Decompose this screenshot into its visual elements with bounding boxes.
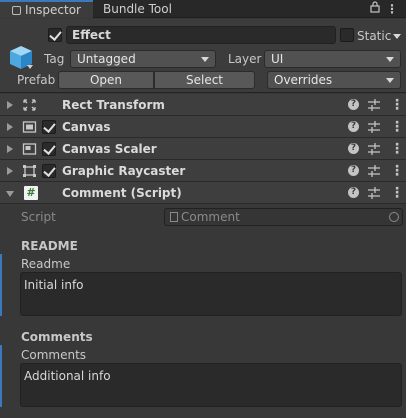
preset-icon[interactable] <box>367 98 381 112</box>
comments-textarea[interactable]: Additional info <box>20 363 402 407</box>
fold-arrow-icon[interactable] <box>7 123 13 131</box>
more-icon[interactable]: ⋮ <box>390 141 404 157</box>
tab-inspector[interactable]: Inspector <box>0 0 93 18</box>
gameobject-name-field[interactable]: Effect <box>66 26 336 44</box>
tag-dropdown[interactable]: Untagged <box>70 50 216 68</box>
static-checkbox[interactable] <box>340 28 354 42</box>
component-enabled-checkbox[interactable] <box>42 142 56 156</box>
script-icon: # <box>24 186 38 200</box>
fold-arrow-icon[interactable] <box>7 101 13 109</box>
component-comment-script[interactable]: # Comment (Script) ? ⋮ <box>0 182 406 204</box>
component-graphic-raycaster[interactable]: Graphic Raycaster ? ⋮ <box>0 160 406 182</box>
prefab-open-button[interactable]: Open <box>58 71 154 89</box>
preset-icon[interactable] <box>367 164 381 178</box>
fold-arrow-icon[interactable] <box>7 145 13 153</box>
prefab-select-button[interactable]: Select <box>154 71 255 89</box>
tab-bundle-tool-label: Bundle Tool <box>103 2 172 16</box>
component-rect-transform[interactable]: Rect Transform ? ⋮ <box>0 94 406 116</box>
canvas-icon <box>22 121 37 133</box>
preset-icon[interactable] <box>367 120 381 134</box>
more-icon[interactable]: ⋮ <box>390 97 404 113</box>
chevron-down-icon <box>201 57 209 62</box>
lock-icon[interactable] <box>368 0 382 18</box>
prefab-label: Prefab <box>17 73 56 87</box>
component-canvas[interactable]: Canvas ? ⋮ <box>0 116 406 138</box>
fold-arrow-icon[interactable] <box>6 191 14 197</box>
component-enabled-checkbox[interactable] <box>42 164 56 178</box>
script-label: Script <box>21 210 56 224</box>
comments-label: Comments <box>21 348 87 362</box>
fold-arrow-icon[interactable] <box>7 167 13 175</box>
tag-value: Untagged <box>77 52 136 66</box>
help-icon[interactable]: ? <box>348 121 359 132</box>
object-picker-icon[interactable] <box>389 212 399 222</box>
more-icon[interactable]: ⋮ <box>390 163 404 179</box>
tab-bundle-tool[interactable]: Bundle Tool <box>93 0 189 18</box>
readme-textarea[interactable]: Initial info <box>20 272 402 316</box>
inspector-tab-icon <box>12 6 21 15</box>
prefab-overrides-dropdown[interactable]: Overrides <box>267 71 401 89</box>
preset-icon[interactable] <box>367 142 381 156</box>
gameobject-header: Effect Static Tag Untagged Layer UI Pref… <box>0 19 406 93</box>
component-enabled-checkbox[interactable] <box>42 120 56 134</box>
more-icon[interactable]: ⋮ <box>390 185 404 201</box>
tag-label: Tag <box>44 52 65 66</box>
chevron-down-icon <box>386 78 394 83</box>
rect-transform-icon <box>23 99 36 111</box>
help-icon[interactable]: ? <box>348 165 359 176</box>
comments-accent-bar <box>0 345 2 407</box>
static-label: Static <box>357 29 392 43</box>
layer-dropdown[interactable]: UI <box>264 50 401 68</box>
more-icon[interactable]: ⋮ <box>386 0 398 18</box>
tab-inspector-label: Inspector <box>25 3 81 17</box>
layer-label: Layer <box>228 52 262 66</box>
help-icon[interactable]: ? <box>348 143 359 154</box>
readme-label: Readme <box>21 257 71 271</box>
static-dropdown-arrow-icon[interactable] <box>393 34 401 39</box>
component-title: Canvas Scaler <box>62 142 157 156</box>
script-file-icon <box>170 212 178 222</box>
overrides-label: Overrides <box>274 73 333 87</box>
preset-icon[interactable] <box>367 186 381 200</box>
component-canvas-scaler[interactable]: Canvas Scaler ? ⋮ <box>0 138 406 160</box>
component-title: Graphic Raycaster <box>62 164 186 178</box>
script-value: Comment <box>181 210 240 224</box>
component-title: Canvas <box>62 120 111 134</box>
chevron-down-icon <box>386 57 394 62</box>
graphic-raycaster-icon <box>23 165 36 177</box>
layer-value: UI <box>271 52 284 66</box>
component-title: Rect Transform <box>62 98 165 112</box>
more-icon[interactable]: ⋮ <box>390 119 404 135</box>
canvas-scaler-icon <box>22 143 37 155</box>
component-title: Comment (Script) <box>62 186 182 200</box>
readme-accent-bar <box>0 254 2 316</box>
help-icon[interactable]: ? <box>348 187 359 198</box>
tab-bar: Inspector Bundle Tool ⋮ <box>0 0 406 18</box>
gameobject-active-checkbox[interactable] <box>48 28 62 42</box>
script-object-field: Comment <box>164 208 403 226</box>
readme-header: README <box>21 239 78 253</box>
help-icon[interactable]: ? <box>348 99 359 110</box>
comments-header: Comments <box>21 330 93 344</box>
icon-dropdown-arrow-icon[interactable] <box>27 65 33 69</box>
